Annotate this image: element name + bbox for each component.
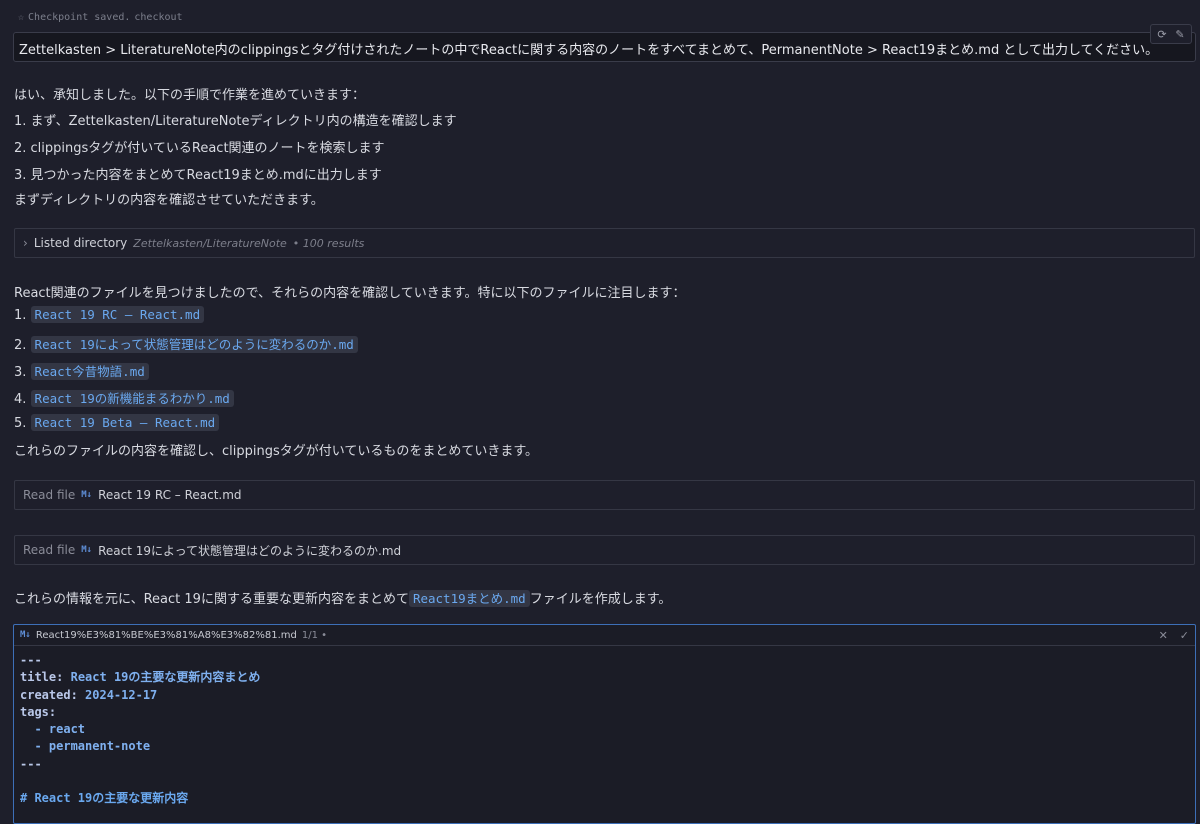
file-list-item: 5. React 19 Beta – React.md	[14, 414, 220, 431]
list-number: 3.	[14, 365, 27, 380]
edit-icon[interactable]: ✎	[1172, 26, 1188, 42]
code-line: # React 19の主要な更新内容	[20, 791, 189, 806]
checkpoint-text: Checkpoint saved.	[28, 12, 131, 23]
file-name-code[interactable]: React 19 Beta – React.md	[30, 414, 220, 431]
code-line: - permanent-note	[20, 739, 151, 754]
summary-text: ファイルを作成します。	[529, 592, 672, 607]
code-line: title: React 19の主要な更新内容まとめ	[20, 670, 261, 685]
read-file-panel[interactable]: Read file M↓ React 19によって状態管理はどのように変わるのか…	[14, 535, 1195, 565]
editor-header: M↓ React19%E3%81%BE%E3%81%A8%E3%82%81.md…	[14, 625, 1195, 646]
pin-icon: ☆	[18, 12, 25, 23]
listed-label: Listed directory	[33, 236, 128, 250]
user-prompt: Zettelkasten > LiteratureNote内のclippings…	[13, 32, 1196, 62]
code-line: - react	[20, 722, 86, 737]
file-list-item: 2. React 19によって状態管理はどのように変わるのか.md	[14, 334, 358, 353]
editor-content[interactable]: --- title: React 19の主要な更新内容まとめ created: …	[14, 646, 1195, 814]
markdown-icon: M↓	[81, 545, 93, 555]
file-list-item: 4. React 19の新機能まるわかり.md	[14, 388, 234, 407]
chevron-right-icon: ›	[23, 236, 28, 250]
code-line: created: 2024-12-17	[20, 687, 158, 702]
list-number: 5.	[14, 416, 27, 431]
summary-line: これらの情報を元に、React 19に関する重要な更新内容をまとめて React1…	[14, 588, 671, 607]
editor-filename: React19%E3%81%BE%E3%81%A8%E3%82%81.md	[35, 629, 297, 641]
response-line: まずディレクトリの内容を確認させていただきます。	[14, 193, 324, 208]
response-line: はい、承知しました。以下の手順で作業を進めていきます：	[14, 88, 366, 103]
checkpoint-status: ☆ Checkpoint saved. checkout	[18, 12, 183, 23]
prompt-text: Zettelkasten > LiteratureNote内のclippings…	[19, 43, 1159, 58]
response-line: React関連のファイルを見つけましたので、それらの内容を確認していきます。特に…	[14, 286, 686, 301]
list-number: 4.	[14, 392, 27, 407]
file-list-item: 1. React 19 RC – React.md	[14, 306, 205, 323]
code-line: ---	[20, 653, 42, 667]
listed-path: Zettelkasten/LiteratureNote	[133, 236, 287, 250]
file-editor[interactable]: M↓ React19%E3%81%BE%E3%81%A8%E3%82%81.md…	[13, 624, 1196, 824]
step-item: 2. clippingsタグが付いているReact関連のノートを検索します	[14, 141, 385, 156]
listed-count: • 100 results	[292, 236, 365, 250]
prompt-toolbar: ⟳ ✎	[1150, 24, 1192, 44]
step-item: 3. 見つかった内容をまとめてReact19まとめ.mdに出力します	[14, 168, 382, 183]
markdown-icon: M↓	[81, 490, 93, 500]
read-file-name: React 19によって状態管理はどのように変わるのか.md	[98, 543, 402, 558]
file-name-code[interactable]: React 19の新機能まるわかり.md	[30, 390, 234, 407]
read-file-name: React 19 RC – React.md	[98, 488, 242, 502]
markdown-icon: M↓	[20, 630, 31, 640]
close-icon[interactable]: ✕	[1159, 629, 1168, 642]
file-name-code[interactable]: React 19 RC – React.md	[30, 306, 205, 323]
list-number: 2.	[14, 338, 27, 353]
refresh-icon[interactable]: ⟳	[1154, 26, 1170, 42]
step-item: 1. まず、Zettelkasten/LiteratureNoteディレクトリ内…	[14, 114, 457, 129]
listed-directory-panel[interactable]: › Listed directory Zettelkasten/Literatu…	[14, 228, 1195, 258]
summary-text: これらの情報を元に、React 19に関する重要な更新内容をまとめて	[14, 592, 409, 607]
read-file-label: Read file	[23, 543, 76, 557]
file-list-item: 3. React今昔物語.md	[14, 361, 149, 380]
check-icon[interactable]: ✓	[1180, 629, 1189, 642]
file-name-code[interactable]: React今昔物語.md	[30, 363, 149, 380]
read-file-label: Read file	[23, 488, 76, 502]
list-number: 1.	[14, 308, 27, 323]
summary-file-code[interactable]: React19まとめ.md	[408, 590, 530, 607]
file-name-code[interactable]: React 19によって状態管理はどのように変わるのか.md	[30, 336, 358, 353]
code-line: tags:	[20, 704, 57, 719]
checkout-link[interactable]: checkout	[134, 12, 182, 23]
response-line: これらのファイルの内容を確認し、clippingsタグが付いているものをまとめて…	[14, 444, 539, 459]
read-file-panel[interactable]: Read file M↓ React 19 RC – React.md	[14, 480, 1195, 510]
code-line: ---	[20, 756, 42, 771]
editor-change-count: 1/1 •	[301, 629, 328, 641]
